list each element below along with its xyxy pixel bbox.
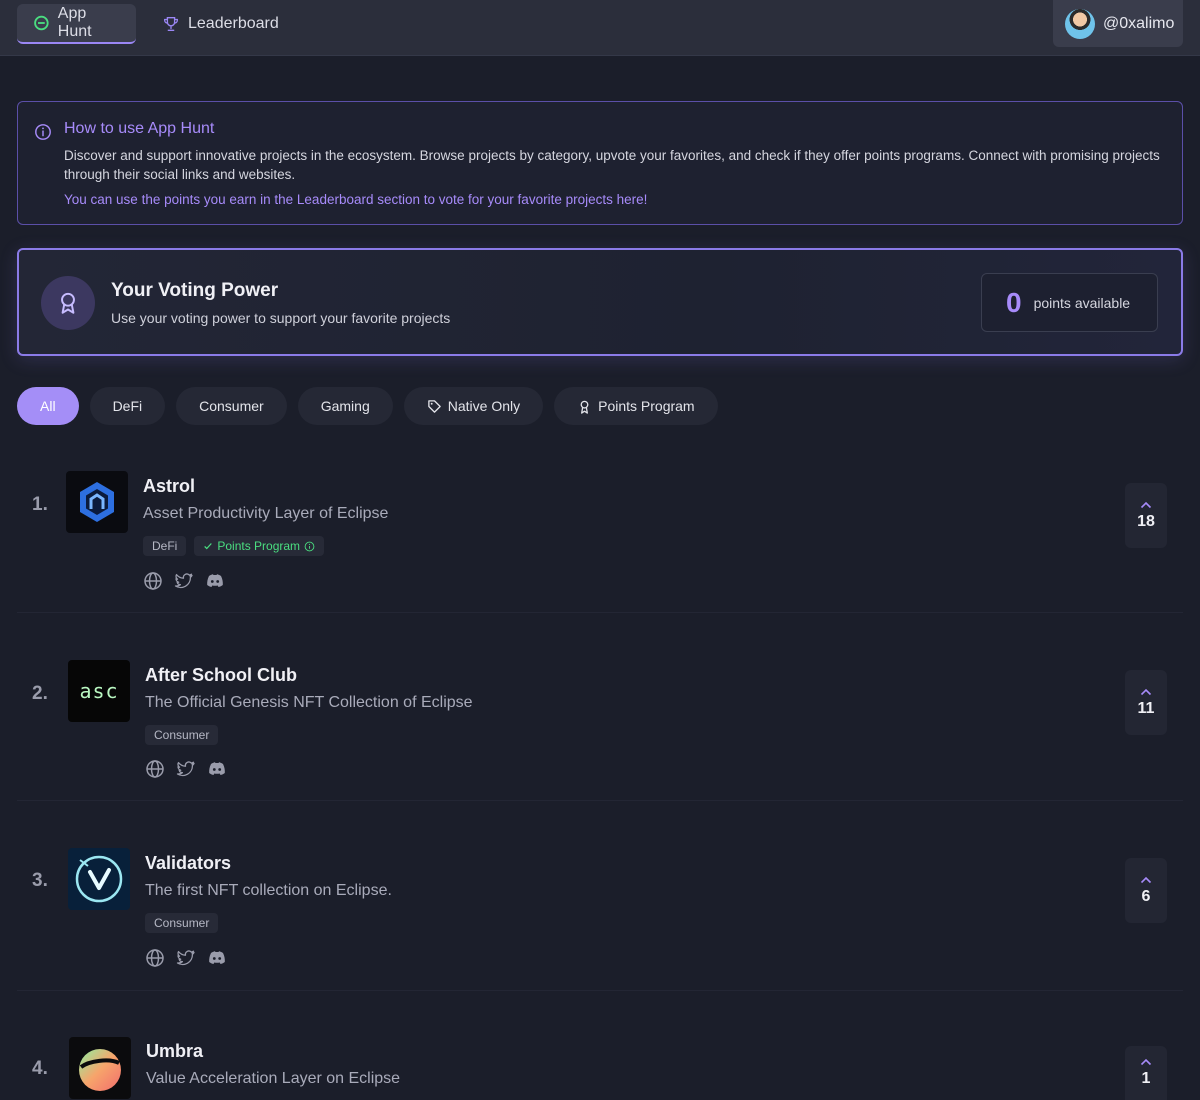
list-item[interactable]: 1. Astrol Asset Productivity Layer of Ec… xyxy=(0,470,1200,640)
twitter-icon[interactable] xyxy=(176,759,196,779)
tag-list: Consumer xyxy=(145,913,219,933)
upvote-button[interactable]: 6 xyxy=(1125,858,1167,923)
validators-logo xyxy=(68,848,130,910)
social-links xyxy=(143,571,225,591)
filter-points-program[interactable]: Points Program xyxy=(554,387,718,425)
divider xyxy=(17,800,1183,801)
points-label: points available xyxy=(1033,294,1131,311)
info-title: How to use App Hunt xyxy=(64,120,215,137)
filter-label: Native Only xyxy=(447,398,521,414)
filter-all[interactable]: All xyxy=(17,387,79,425)
discord-icon[interactable] xyxy=(205,571,225,591)
twitter-icon[interactable] xyxy=(176,948,196,968)
upvote-button[interactable]: 11 xyxy=(1125,670,1167,735)
rank: 1. xyxy=(32,494,48,515)
points-available-box: 0 points available xyxy=(981,273,1158,332)
info-icon xyxy=(35,124,51,140)
vote-count: 18 xyxy=(1137,512,1155,530)
umbra-logo xyxy=(69,1037,131,1099)
twitter-icon[interactable] xyxy=(174,571,194,591)
social-links xyxy=(145,948,227,968)
vote-count: 1 xyxy=(1141,1070,1151,1087)
after-school-club-logo: asc xyxy=(68,660,130,722)
info-icon[interactable] xyxy=(304,541,315,552)
vote-count: 6 xyxy=(1141,887,1151,905)
info-body: Discover and support innovative projects… xyxy=(64,148,1160,182)
tab-app-hunt[interactable]: App Hunt xyxy=(17,4,136,44)
filter-label: Consumer xyxy=(199,398,264,414)
list-item[interactable]: 2. asc After School Club The Official Ge… xyxy=(0,659,1200,829)
how-to-use-panel: How to use App Hunt Discover and support… xyxy=(17,101,1183,225)
tab-label: Leaderboard xyxy=(188,15,279,32)
chevron-up-icon xyxy=(1140,1058,1152,1066)
social-links xyxy=(145,759,227,779)
tab-label: App Hunt xyxy=(57,5,92,40)
app-description: Asset Productivity Layer of Eclipse xyxy=(143,505,389,522)
rank: 2. xyxy=(32,683,48,704)
discord-icon[interactable] xyxy=(207,948,227,968)
chevron-up-icon xyxy=(1140,501,1152,508)
filter-label: All xyxy=(40,398,56,414)
app-name[interactable]: Umbra xyxy=(146,1041,203,1062)
points-program-tag: Points Program xyxy=(194,536,325,556)
app-name[interactable]: Astrol xyxy=(143,476,195,497)
upvote-button[interactable]: 18 xyxy=(1125,483,1167,548)
filter-native-only[interactable]: Native Only xyxy=(403,387,544,425)
username: @0xalimo xyxy=(1103,14,1175,32)
tag-list: DeFi Points Program xyxy=(143,536,325,556)
logo-text: asc xyxy=(79,679,119,703)
astrol-logo xyxy=(66,471,128,533)
rank: 3. xyxy=(32,870,48,891)
upvote-button[interactable]: 1 xyxy=(1125,1046,1167,1100)
filter-label: Gaming xyxy=(320,398,370,414)
tag-icon xyxy=(427,399,441,413)
globe-icon[interactable] xyxy=(145,948,165,968)
eclipse-logo-icon xyxy=(34,15,49,31)
category-tag: DeFi xyxy=(143,536,187,556)
voting-power-title: Your Voting Power xyxy=(111,280,279,301)
divider xyxy=(17,990,1183,991)
app-description: The first NFT collection on Eclipse. xyxy=(145,882,392,899)
category-filters: All DeFi Consumer Gaming Native Only Poi… xyxy=(17,387,718,425)
app-name[interactable]: Validators xyxy=(145,853,231,874)
list-item[interactable]: 4. Umbra Value Acceleration Layer on Ecl… xyxy=(0,1036,1200,1100)
top-nav: App Hunt Leaderboard @0xalimo xyxy=(0,0,1200,56)
filter-label: DeFi xyxy=(112,398,143,414)
chevron-up-icon xyxy=(1140,688,1152,695)
user-menu[interactable]: @0xalimo xyxy=(1053,0,1183,47)
discord-icon[interactable] xyxy=(207,759,227,779)
rank: 4. xyxy=(32,1058,48,1079)
vote-count: 11 xyxy=(1137,699,1155,717)
app-description: The Official Genesis NFT Collection of E… xyxy=(145,694,473,711)
voting-power-subtitle: Use your voting power to support your fa… xyxy=(111,310,451,326)
avatar xyxy=(1065,8,1095,39)
list-item[interactable]: 3. Validators The first NFT collection o… xyxy=(0,848,1200,1018)
filter-consumer[interactable]: Consumer xyxy=(176,387,287,425)
info-note: You can use the points you earn in the L… xyxy=(64,192,648,207)
category-tag: Consumer xyxy=(145,913,219,933)
chevron-up-icon xyxy=(1140,876,1152,883)
app-description: Value Acceleration Layer on Eclipse xyxy=(146,1070,401,1087)
points-count: 0 xyxy=(1006,286,1022,318)
check-icon xyxy=(204,543,213,550)
filter-defi[interactable]: DeFi xyxy=(89,387,166,425)
tab-leaderboard[interactable]: Leaderboard xyxy=(146,4,295,44)
globe-icon[interactable] xyxy=(145,759,165,779)
award-icon xyxy=(61,292,75,314)
divider xyxy=(17,612,1183,613)
points-program-label: Points Program xyxy=(217,539,301,553)
voting-power-badge xyxy=(41,276,95,330)
globe-icon[interactable] xyxy=(143,571,163,591)
voting-power-card: Your Voting Power Use your voting power … xyxy=(17,248,1183,356)
trophy-icon xyxy=(164,17,178,31)
app-name[interactable]: After School Club xyxy=(145,665,297,686)
category-tag: Consumer xyxy=(145,725,219,745)
award-icon xyxy=(580,400,589,414)
filter-label: Points Program xyxy=(598,398,695,414)
tag-list: Consumer xyxy=(145,725,219,745)
filter-gaming[interactable]: Gaming xyxy=(297,387,393,425)
